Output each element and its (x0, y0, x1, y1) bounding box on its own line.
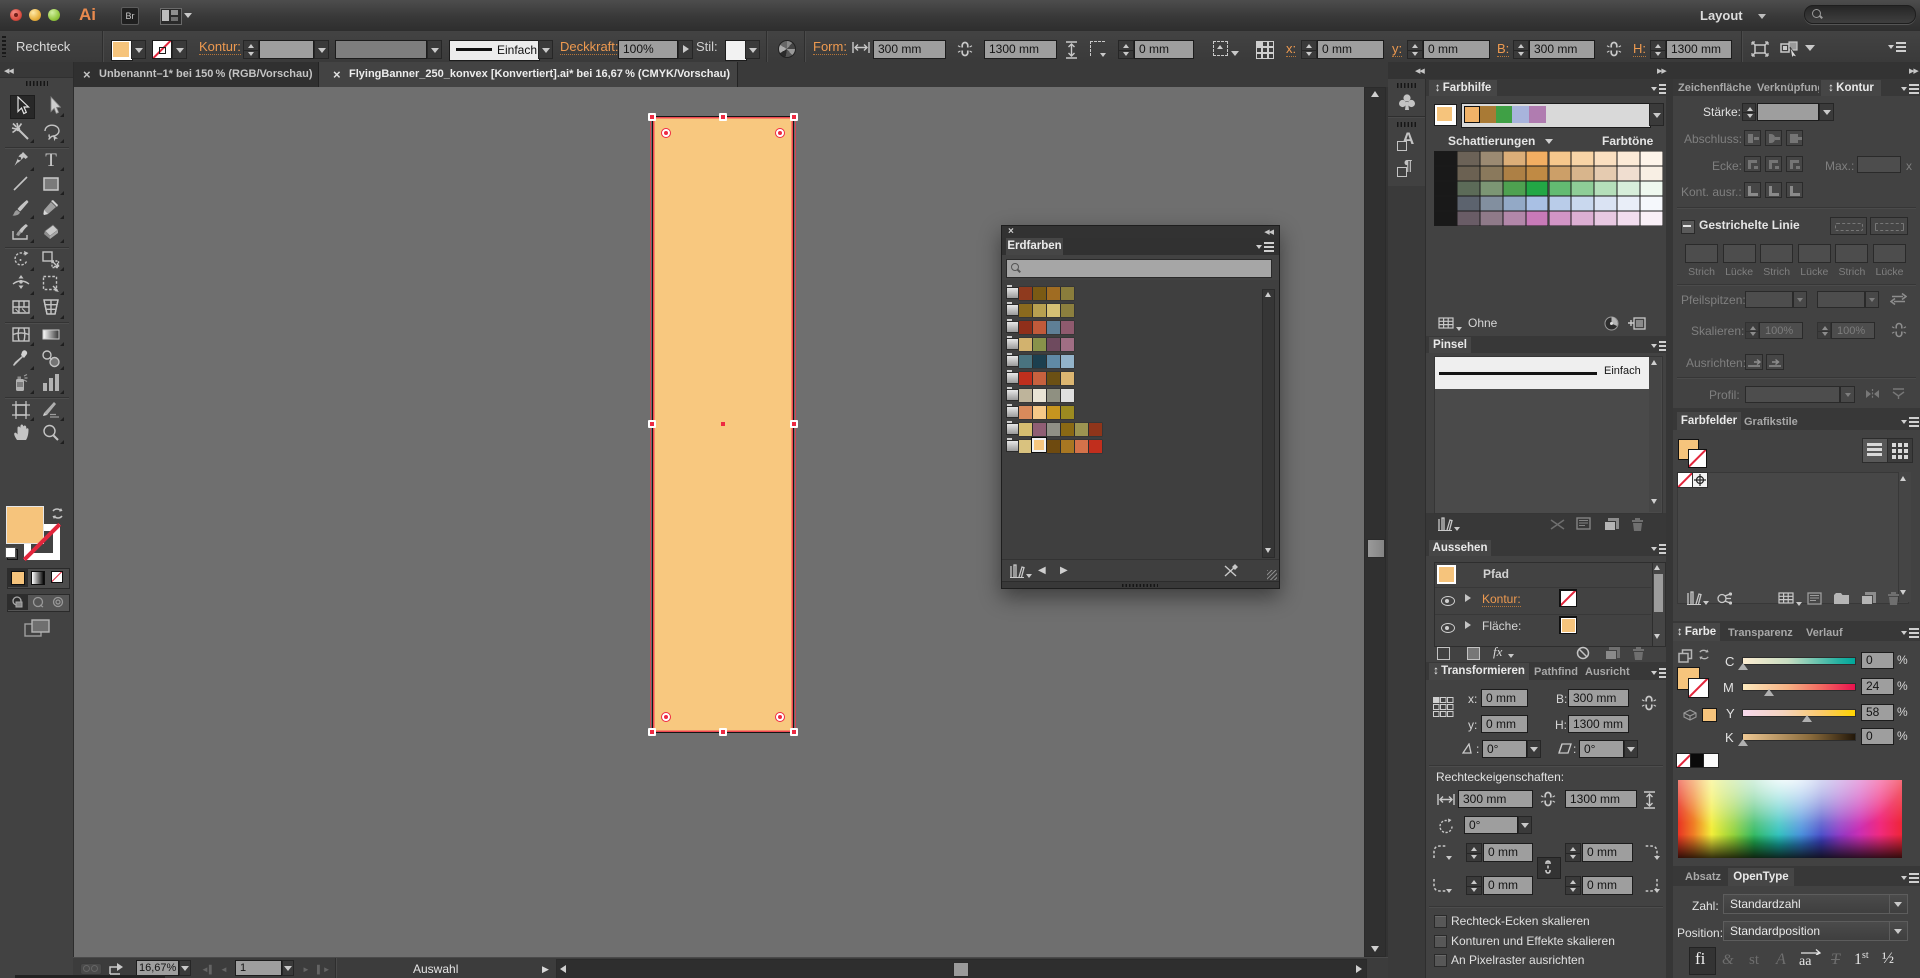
svg-text:T: T (45, 150, 57, 170)
